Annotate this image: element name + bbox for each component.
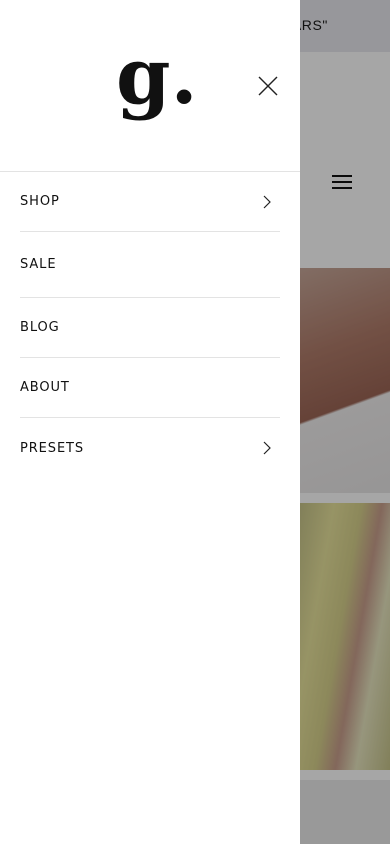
nav-item-label: PRESETS — [20, 440, 85, 456]
close-icon — [258, 76, 278, 96]
nav-item-blog[interactable]: BLOG — [20, 298, 280, 358]
drawer-header: g. — [0, 0, 300, 172]
brand-logo[interactable]: g. — [116, 38, 198, 116]
nav-item-label: SALE — [20, 257, 57, 272]
nav-item-presets[interactable]: PRESETS — [20, 418, 280, 478]
nav-item-shop[interactable]: SHOP — [20, 172, 280, 232]
drawer-nav: SHOP SALE BLOG ABOUT PRESETS — [0, 172, 300, 478]
close-button[interactable] — [254, 72, 282, 100]
nav-drawer: g. SHOP SALE BLOG ABOUT PRESETS — [0, 0, 300, 844]
chevron-right-icon — [263, 441, 271, 455]
chevron-right-icon — [263, 195, 271, 208]
nav-item-label: BLOG — [20, 320, 60, 335]
nav-item-label: ABOUT — [20, 380, 70, 395]
nav-item-label: SHOP — [20, 194, 60, 209]
nav-item-sale[interactable]: SALE — [20, 232, 280, 298]
nav-item-about[interactable]: ABOUT — [20, 358, 280, 418]
